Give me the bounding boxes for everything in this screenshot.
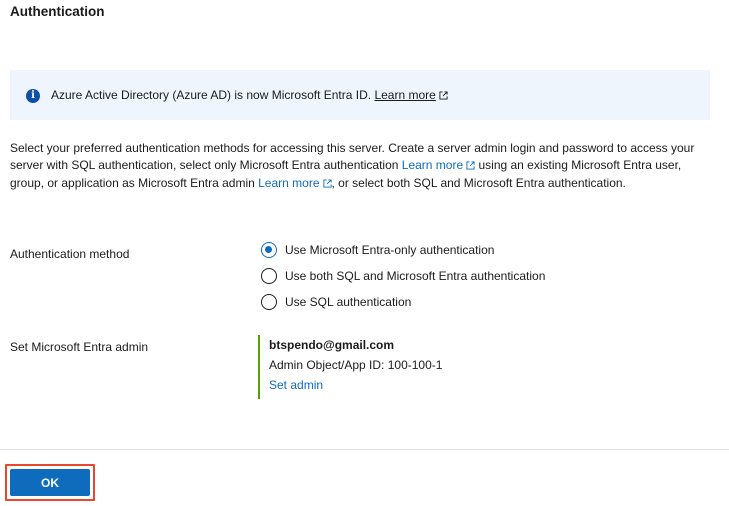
banner-learn-more-link[interactable]: Learn more: [374, 88, 435, 102]
radio-sql-only[interactable]: Use SQL authentication: [261, 294, 411, 310]
radio-entra-only[interactable]: Use Microsoft Entra-only authentication: [261, 242, 494, 258]
radio-label: Use Microsoft Entra-only authentication: [285, 243, 495, 257]
admin-email: btspendo@gmail.com: [269, 338, 395, 352]
learn-more-link-1[interactable]: Learn more: [402, 158, 463, 172]
section-title: Authentication: [10, 4, 105, 19]
banner-text: Azure Active Directory (Azure AD) is now…: [51, 88, 372, 102]
entra-admin-details: btspendo@gmail.com Admin Object/App ID: …: [258, 335, 442, 399]
radio-label: Use both SQL and Microsoft Entra authent…: [285, 269, 546, 283]
radio-button-checked[interactable]: [261, 242, 277, 258]
entra-admin-label: Set Microsoft Entra admin: [10, 340, 149, 354]
radio-button[interactable]: [261, 268, 277, 284]
footer-divider: [0, 449, 729, 450]
info-icon: i: [26, 89, 40, 103]
external-link-icon: [439, 91, 448, 100]
learn-more-link-2[interactable]: Learn more: [258, 176, 319, 190]
external-link-icon: [466, 161, 475, 170]
banner-message: Azure Active Directory (Azure AD) is now…: [51, 88, 448, 102]
auth-description: Select your preferred authentication met…: [10, 140, 710, 192]
radio-sql-and-entra[interactable]: Use both SQL and Microsoft Entra authent…: [261, 268, 545, 284]
external-link-icon: [322, 179, 332, 188]
auth-method-label: Authentication method: [10, 247, 130, 261]
set-admin-link[interactable]: Set admin: [269, 375, 442, 395]
description-text-3: , or select both SQL and Microsoft Entra…: [331, 175, 626, 190]
admin-object-id: Admin Object/App ID: 100-100-1: [269, 358, 443, 372]
info-banner: i Azure Active Directory (Azure AD) is n…: [10, 70, 710, 120]
radio-label: Use SQL authentication: [285, 295, 412, 309]
radio-button[interactable]: [261, 294, 277, 310]
ok-button[interactable]: OK: [10, 469, 90, 496]
